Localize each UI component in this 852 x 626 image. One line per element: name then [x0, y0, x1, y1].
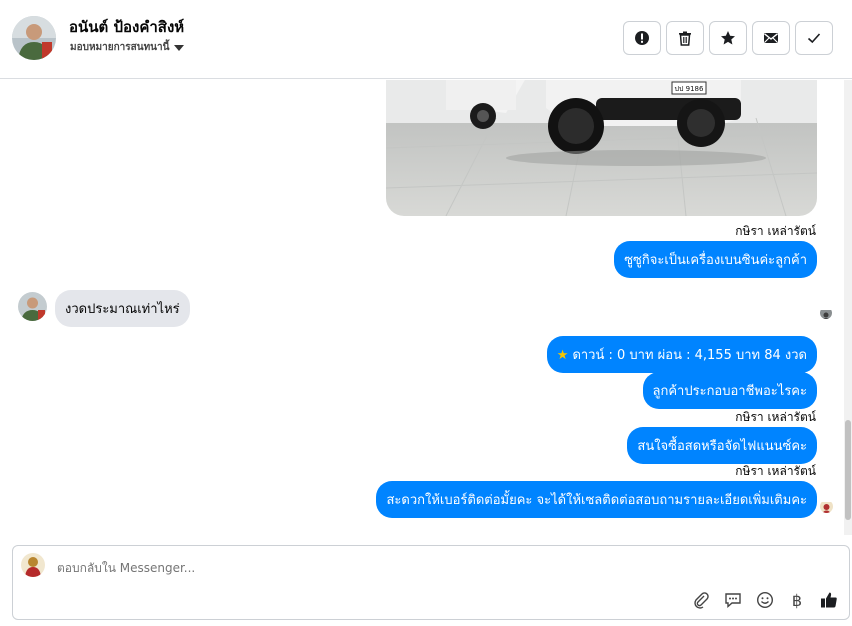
emoji-icon	[756, 591, 774, 609]
page-avatar	[21, 553, 45, 577]
delete-button[interactable]	[666, 21, 704, 55]
chevron-down-icon	[174, 45, 185, 51]
header-actions	[623, 21, 833, 55]
outgoing-message[interactable]: ลูกค้าประกอบอาชีพอะไรคะ	[642, 372, 817, 409]
car-photo-attachment[interactable]: ปป 9186	[386, 80, 817, 216]
emoji-button[interactable]	[755, 590, 775, 610]
reply-composer: ฿	[12, 545, 850, 620]
reply-input[interactable]	[57, 561, 757, 575]
conversation-header: อนันต์ ป้องคำสิงห์ มอบหมายการสนทนานี้	[0, 0, 852, 79]
thread-scrollbar[interactable]	[844, 80, 852, 535]
like-icon	[821, 592, 837, 608]
sender-name: กษิรา เหล่ารัตน์	[735, 224, 816, 238]
outgoing-message[interactable]: ซูซูกิจะเป็นเครื่องเบนซินค่ะลูกค้า	[614, 241, 817, 278]
like-button[interactable]	[819, 590, 839, 610]
read-receipt-avatar	[820, 500, 833, 513]
star-button[interactable]	[709, 21, 747, 55]
payment-button[interactable]: ฿	[787, 590, 807, 610]
mark-unread-button[interactable]	[752, 21, 790, 55]
message-text: ดาวน์ : 0 บาท ผ่อน : 4,155 บาท 84 งวด	[572, 348, 807, 363]
contact-name[interactable]: อนันต์ ป้องคำสิงห์	[69, 15, 184, 39]
contact-avatar-small[interactable]	[18, 292, 47, 321]
chat-icon	[725, 593, 741, 609]
check-icon	[807, 33, 821, 44]
incoming-message[interactable]: งวดประมาณเท่าไหร่	[55, 290, 190, 327]
sender-name: กษิรา เหล่ารัตน์	[735, 464, 816, 478]
composer-toolbar: ฿	[691, 590, 839, 610]
outgoing-message[interactable]: สนใจซื้อสดหรือจัดไฟแนนซ์คะ	[627, 427, 817, 464]
scrollbar-thumb[interactable]	[845, 420, 851, 520]
outgoing-message[interactable]: ★ ดาวน์ : 0 บาท ผ่อน : 4,155 บาท 84 งวด	[546, 336, 817, 373]
mark-done-button[interactable]	[795, 21, 833, 55]
alert-icon	[635, 31, 649, 45]
contact-avatar[interactable]	[12, 16, 56, 60]
star-icon	[721, 31, 735, 45]
sender-name: กษิรา เหล่ารัตน์	[735, 410, 816, 424]
attach-button[interactable]	[691, 590, 711, 610]
attach-icon	[694, 592, 709, 609]
outgoing-message[interactable]: สะดวกให้เบอร์ติดต่อมั้ยคะ จะได้ให้เซลติด…	[376, 481, 817, 518]
license-plate-text: ปป 9186	[675, 85, 704, 93]
baht-icon: ฿	[791, 590, 803, 610]
message-thread[interactable]: ปป 9186 กษิรา เหล่ารัตน์ ซูซูกิจะเป็นเคร…	[0, 80, 852, 535]
mail-icon	[764, 33, 778, 43]
assign-label: มอบหมายการสนทนานี้	[70, 42, 170, 53]
star-icon: ★	[556, 348, 569, 363]
mark-spam-button[interactable]	[623, 21, 661, 55]
trash-icon	[679, 31, 691, 46]
assign-conversation-dropdown[interactable]: มอบหมายการสนทนานี้	[70, 40, 185, 55]
read-receipt-avatar	[820, 307, 832, 319]
saved-replies-button[interactable]	[723, 590, 743, 610]
